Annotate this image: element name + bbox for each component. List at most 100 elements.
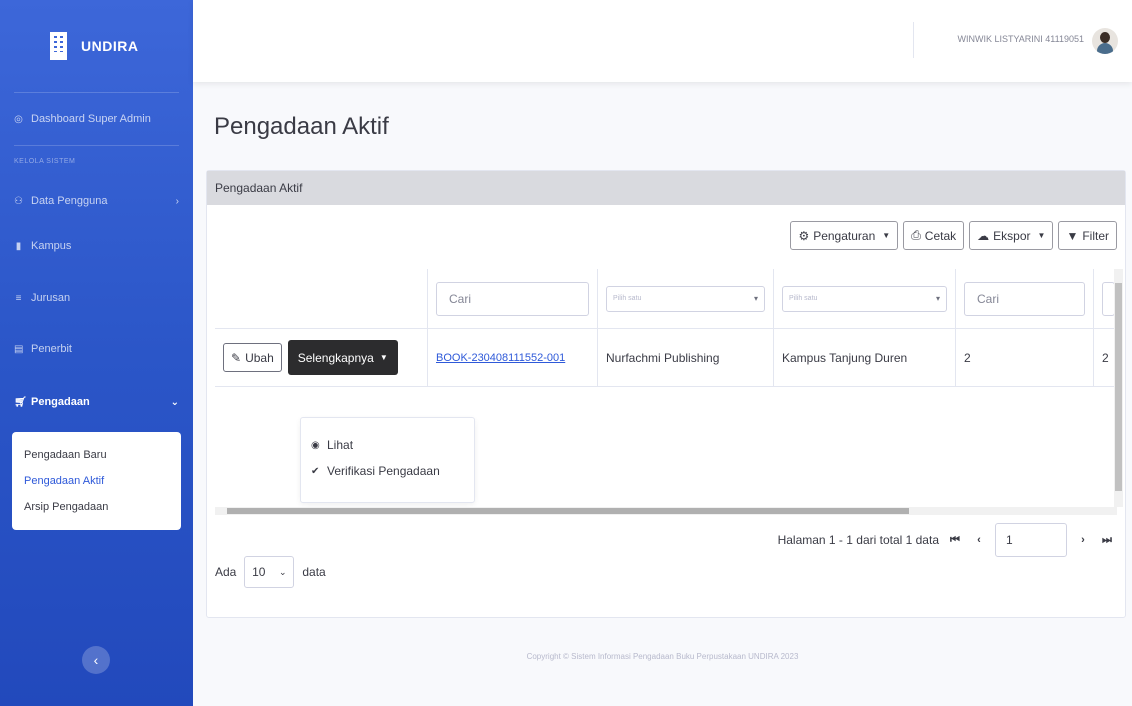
first-page-button[interactable]: ⏮ [947, 534, 963, 547]
more-dropdown-menu: ◉ Lihat ✔ Verifikasi Pengadaan [300, 417, 475, 503]
scrollbar-thumb[interactable] [1115, 283, 1122, 491]
sidebar: UNDIRA ◎ Dashboard Super Admin Kelola si… [0, 0, 193, 706]
more-button[interactable]: Selengkapnya ▼ [287, 340, 398, 375]
sidebar-item-kampus[interactable]: ▮ Kampus [0, 222, 193, 270]
avatar[interactable] [1092, 28, 1118, 54]
campus-cell: Kampus Tanjung Duren [773, 329, 955, 386]
filter-cell: Pilih satu ▾ [773, 269, 955, 328]
dashboard-icon: ◎ [14, 113, 23, 125]
cloud-icon: ☁ [977, 228, 990, 243]
menu-item-label: Lihat [327, 438, 354, 452]
topbar-divider [913, 22, 914, 58]
sidebar-item-label: Jurusan [31, 292, 71, 304]
filter-label: Filter [1082, 228, 1109, 243]
data-table: Cari Pilih satu ▾ Pilih satu ▾ Cari ✎ Ub… [215, 269, 1115, 507]
qty2-cell: 2 [1093, 329, 1115, 386]
caret-down-icon: ▼ [379, 353, 388, 362]
print-label: Cetak [924, 228, 957, 243]
campus-select[interactable]: Pilih satu ▾ [782, 285, 947, 312]
sidebar-item-dashboard[interactable]: ◎ Dashboard Super Admin [0, 93, 193, 145]
pengadaan-submenu: Pengadaan Baru Pengadaan Aktif Arsip Pen… [12, 432, 181, 530]
settings-button[interactable]: ⚙ Pengaturan ▼ [790, 221, 899, 250]
per-page-value: 10 [252, 565, 266, 579]
building-logo-icon [50, 32, 67, 60]
filter-row: Cari Pilih satu ▾ Pilih satu ▾ Cari [215, 269, 1115, 329]
check-icon: ✔ [311, 465, 320, 477]
caret-down-icon: ▼ [882, 231, 891, 240]
page-title: Pengadaan Aktif [214, 113, 389, 140]
publisher-cell: Nurfachmi Publishing [597, 329, 773, 386]
brand-name: UNDIRA [81, 38, 139, 54]
table-toolbar: ⚙ Pengaturan ▼ ⎙ Cetak ☁ Ekspor ▼ ▼ Filt… [790, 221, 1117, 250]
code-cell: BOOK-230408111552-001 [427, 329, 597, 386]
edit-button[interactable]: ✎ Ubah [223, 343, 282, 372]
print-button[interactable]: ⎙ Cetak [903, 221, 965, 250]
scrollbar-thumb[interactable] [227, 508, 909, 514]
list-icon: ≡ [15, 292, 22, 304]
chevron-down-icon: ⌄ [170, 396, 179, 408]
user-name[interactable]: WINWIK LISTYARINI 41119051 [957, 34, 1084, 44]
filter-icon: ▼ [1066, 228, 1079, 243]
filter-button[interactable]: ▼ Filter [1058, 221, 1117, 250]
pagination: Halaman 1 - 1 dari total 1 data ⏮ ‹ 1 › … [778, 523, 1115, 557]
prev-page-button[interactable]: ‹ [971, 534, 987, 546]
sidebar-heading: Kelola sistem [14, 158, 76, 165]
per-page-control: Ada 10 ⌄ data [215, 556, 326, 588]
filter-cell: Cari [427, 269, 597, 328]
sidebar-item-data-pengguna[interactable]: ⚇ Data Pengguna › [0, 180, 193, 222]
card-header: Pengadaan Aktif [207, 171, 1125, 205]
caret-down-icon: ▾ [753, 294, 758, 303]
chevron-left-icon: ‹ [93, 652, 99, 668]
settings-label: Pengaturan [813, 228, 876, 243]
submenu-item-pengadaan-baru[interactable]: Pengadaan Baru [12, 442, 181, 468]
vertical-scrollbar[interactable] [1114, 269, 1123, 507]
sidebar-item-pengadaan[interactable]: 🛒︎ Pengadaan ⌄ [0, 372, 193, 432]
book-code-link[interactable]: BOOK-230408111552-001 [436, 352, 565, 364]
eye-icon: ◉ [311, 439, 320, 451]
submenu-item-arsip-pengadaan[interactable]: Arsip Pengadaan [12, 494, 181, 520]
next-page-button[interactable]: › [1075, 534, 1091, 546]
print-icon: ⎙ [911, 228, 921, 242]
chevron-down-icon: ⌄ [279, 566, 287, 577]
page-number-input[interactable]: 1 [995, 523, 1067, 557]
sidebar-item-label: Pengadaan [31, 396, 90, 408]
topbar: WINWIK LISTYARINI 41119051 [193, 0, 1132, 82]
select-placeholder: Pilih satu [613, 295, 642, 302]
filter-cell-empty [215, 269, 427, 328]
publisher-select[interactable]: Pilih satu ▾ [606, 285, 765, 312]
export-label: Ekspor [993, 228, 1031, 243]
filter-cell [1093, 269, 1115, 328]
menu-item-lihat[interactable]: ◉ Lihat [301, 432, 474, 458]
sidebar-item-jurusan[interactable]: ≡ Jurusan [0, 270, 193, 326]
menu-item-label: Verifikasi Pengadaan [327, 464, 440, 478]
table-row: ✎ Ubah Selengkapnya ▼ BOOK-230408111552-… [215, 329, 1115, 387]
export-button[interactable]: ☁ Ekspor ▼ [969, 221, 1054, 250]
table-card: Pengadaan Aktif ⚙ Pengaturan ▼ ⎙ Cetak ☁… [206, 170, 1126, 618]
per-page-select[interactable]: 10 ⌄ [244, 556, 295, 588]
filter-cell: Cari [955, 269, 1093, 328]
horizontal-scrollbar[interactable] [215, 507, 1117, 515]
more-label: Selengkapnya [297, 350, 374, 365]
menu-item-verifikasi[interactable]: ✔ Verifikasi Pengadaan [301, 458, 474, 484]
action-cell: ✎ Ubah Selengkapnya ▼ [215, 329, 427, 386]
brand[interactable]: UNDIRA [0, 0, 193, 92]
gear-icon: ⚙ [798, 228, 810, 243]
sidebar-item-penerbit[interactable]: ▤ Penerbit [0, 326, 193, 372]
sidebar-item-label: Dashboard Super Admin [31, 113, 151, 125]
per-page-prefix: Ada [215, 565, 237, 579]
edit-label: Ubah [245, 350, 274, 365]
sidebar-item-label: Penerbit [31, 343, 72, 355]
per-page-suffix: data [302, 565, 326, 579]
caret-down-icon: ▼ [1037, 231, 1046, 240]
pagination-info: Halaman 1 - 1 dari total 1 data [777, 533, 939, 547]
sidebar-item-label: Kampus [31, 240, 72, 252]
qty-cell: 2 [955, 329, 1093, 386]
submenu-item-pengadaan-aktif[interactable]: Pengadaan Aktif [12, 468, 181, 494]
last-page-button[interactable]: ⏭ [1099, 534, 1115, 547]
sidebar-toggle-button[interactable]: ‹ [82, 646, 110, 674]
sidebar-item-label: Data Pengguna [31, 195, 108, 207]
chevron-right-icon: › [175, 195, 179, 207]
search-code-input[interactable]: Cari [436, 281, 589, 316]
search-qty-input[interactable]: Cari [964, 281, 1085, 316]
book-icon: ▤ [14, 343, 24, 355]
